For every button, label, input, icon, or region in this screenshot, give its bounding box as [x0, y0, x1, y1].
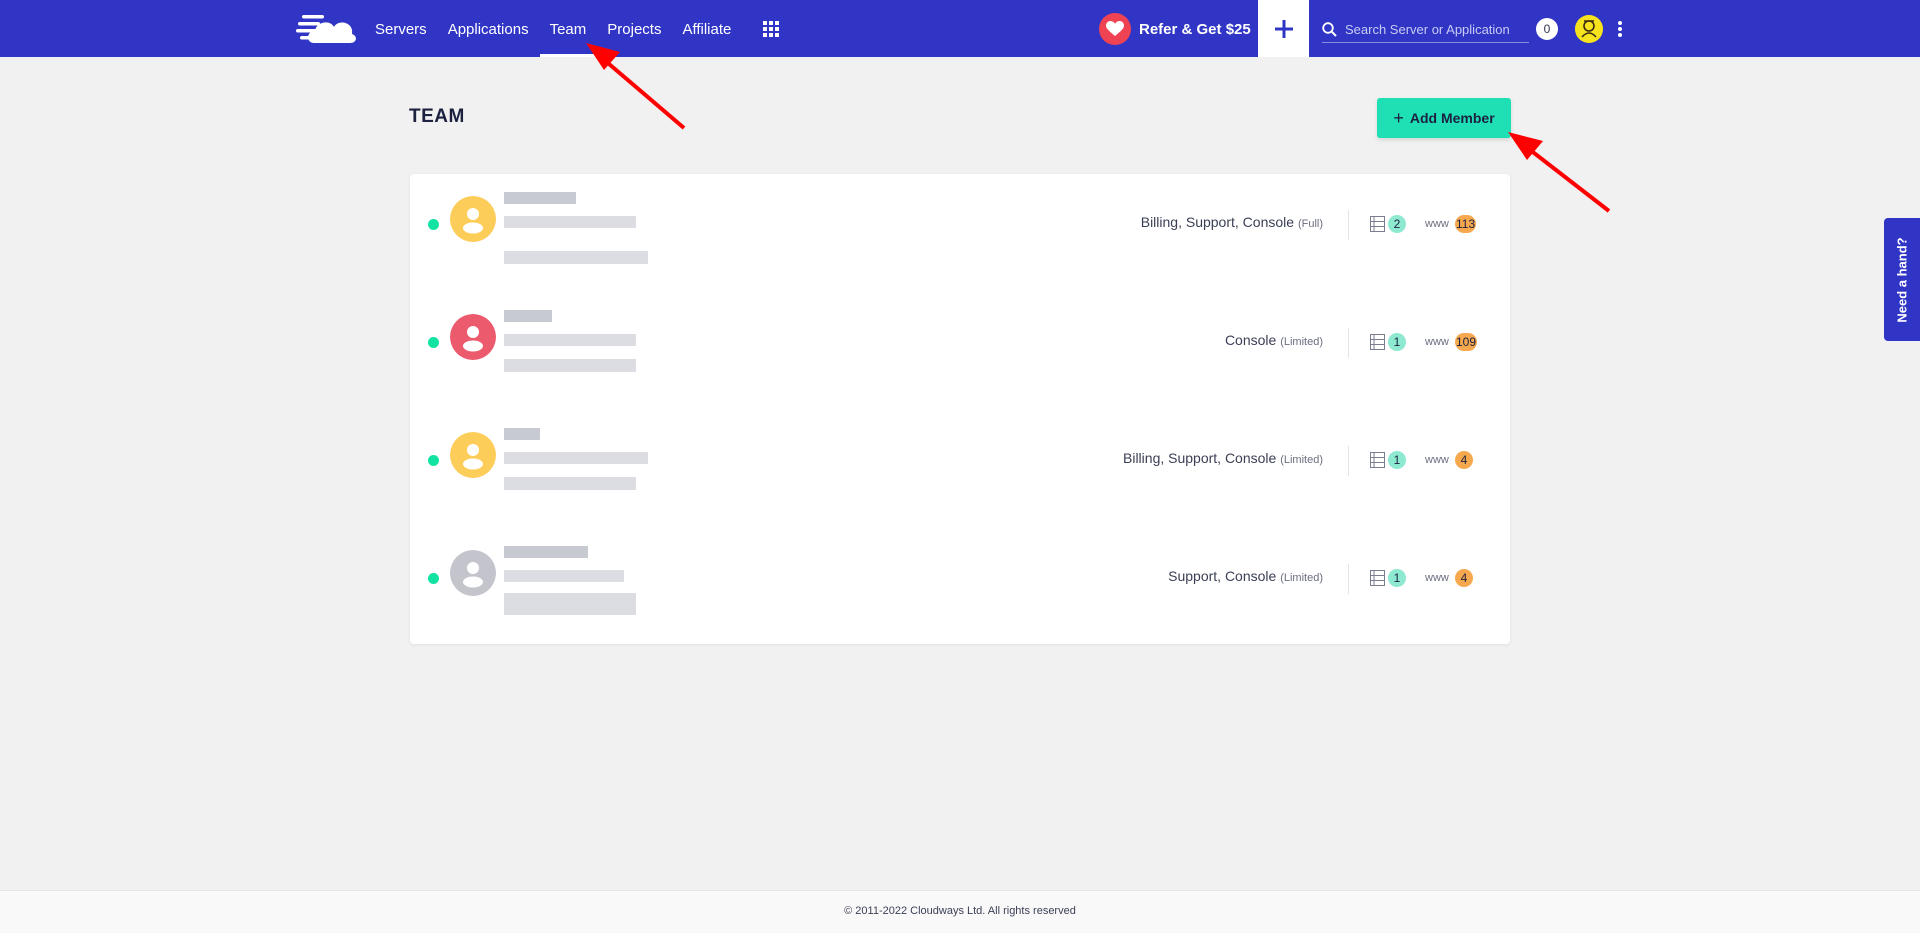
status-active-dot	[428, 455, 439, 466]
team-member-row[interactable]: Billing, Support, Console (Full) 2 www 1…	[410, 174, 1510, 292]
access-level: (Limited)	[1280, 454, 1323, 466]
team-member-row[interactable]: Billing, Support, Console (Limited) 1 ww…	[410, 410, 1510, 528]
need-a-hand-tab[interactable]: Need a hand?	[1884, 218, 1920, 341]
cloudways-logo[interactable]	[296, 12, 358, 46]
www-label: www	[1425, 572, 1449, 584]
nav-projects[interactable]: Projects	[607, 0, 661, 57]
app-count-badge: 113	[1455, 215, 1477, 233]
member-avatar	[450, 550, 496, 596]
member-name-redacted	[504, 310, 552, 322]
member-detail-redacted	[504, 477, 636, 490]
member-email-redacted	[504, 452, 648, 464]
member-name-redacted	[504, 192, 576, 204]
team-member-row[interactable]: Console (Limited) 1 www 109	[410, 292, 1510, 410]
apps-grid-icon[interactable]	[763, 21, 779, 37]
member-permissions: Billing, Support, Console (Limited)	[1123, 450, 1323, 466]
status-active-dot	[428, 337, 439, 348]
member-detail-redacted	[504, 593, 636, 615]
member-name-redacted	[504, 546, 588, 558]
heart-icon	[1099, 13, 1131, 45]
server-icon	[1370, 216, 1385, 232]
member-detail-redacted	[504, 251, 648, 264]
nav-servers[interactable]: Servers	[375, 0, 427, 57]
footer: © 2011-2022 Cloudways Ltd. All rights re…	[0, 890, 1920, 933]
top-navigation-bar: Servers Applications Team Projects Affil…	[0, 0, 1920, 57]
www-label: www	[1425, 454, 1449, 466]
divider	[1348, 210, 1349, 240]
member-avatar	[450, 432, 496, 478]
divider	[1348, 328, 1349, 358]
server-count-badge: 2	[1388, 215, 1406, 233]
permissions-text: Billing, Support, Console	[1140, 214, 1295, 230]
member-name-redacted	[504, 428, 540, 440]
server-count-badge: 1	[1388, 333, 1406, 351]
access-level: (Limited)	[1280, 572, 1323, 584]
permissions-text: Support, Console	[1168, 568, 1277, 584]
app-count-badge: 109	[1455, 333, 1478, 351]
member-detail-redacted	[504, 359, 636, 372]
user-avatar[interactable]	[1575, 15, 1603, 43]
member-avatar	[450, 196, 496, 242]
refer-label: Refer & Get $25	[1139, 20, 1251, 38]
server-count-badge: 1	[1388, 569, 1406, 587]
help-tab-label: Need a hand?	[1894, 236, 1910, 323]
access-level: (Limited)	[1280, 336, 1323, 348]
app-count-badge: 4	[1455, 451, 1473, 469]
divider	[1348, 564, 1349, 594]
permissions-text: Billing, Support, Console	[1123, 450, 1277, 466]
www-label: www	[1425, 218, 1449, 230]
divider	[1348, 446, 1349, 476]
access-level: (Full)	[1297, 218, 1323, 230]
search-bar	[1322, 16, 1529, 43]
nav-affiliate[interactable]: Affiliate	[682, 0, 731, 57]
copyright-text: © 2011-2022 Cloudways Ltd. All rights re…	[844, 905, 1076, 917]
create-new-button[interactable]	[1258, 0, 1309, 57]
member-permissions: Support, Console (Limited)	[1168, 568, 1323, 584]
refer-link[interactable]: Refer & Get $25	[1099, 13, 1251, 45]
status-active-dot	[428, 219, 439, 230]
notification-count-badge[interactable]: 0	[1536, 18, 1558, 40]
member-permissions: Billing, Support, Console (Full)	[1141, 214, 1323, 230]
arrow-to-add-member	[1508, 132, 1611, 213]
member-avatar	[450, 314, 496, 360]
member-email-redacted	[504, 216, 636, 228]
member-email-redacted	[504, 570, 624, 582]
search-icon	[1322, 21, 1337, 37]
member-email-redacted	[504, 334, 636, 346]
team-members-list: Billing, Support, Console (Full) 2 www 1…	[410, 174, 1510, 644]
server-icon	[1370, 334, 1385, 350]
member-permissions: Console (Limited)	[1225, 332, 1323, 348]
nav-team[interactable]: Team	[539, 0, 596, 57]
app-count-badge: 4	[1455, 569, 1473, 587]
add-member-button[interactable]: + Add Member	[1377, 98, 1511, 138]
server-icon	[1370, 570, 1385, 586]
permissions-text: Console	[1224, 332, 1277, 348]
main-nav: Servers Applications Team Projects Affil…	[375, 0, 752, 57]
more-options-icon[interactable]	[1617, 20, 1623, 38]
server-icon	[1370, 452, 1385, 468]
nav-applications[interactable]: Applications	[448, 0, 529, 57]
plus-icon	[1274, 19, 1293, 38]
server-count-badge: 1	[1388, 451, 1406, 469]
page-title: TEAM	[409, 106, 465, 127]
search-input[interactable]	[1343, 20, 1527, 38]
www-label: www	[1425, 336, 1449, 348]
team-member-row[interactable]: Support, Console (Limited) 1 www 4	[410, 528, 1510, 646]
plus-icon: +	[1393, 107, 1404, 128]
add-member-label: Add Member	[1409, 110, 1495, 126]
status-active-dot	[428, 573, 439, 584]
